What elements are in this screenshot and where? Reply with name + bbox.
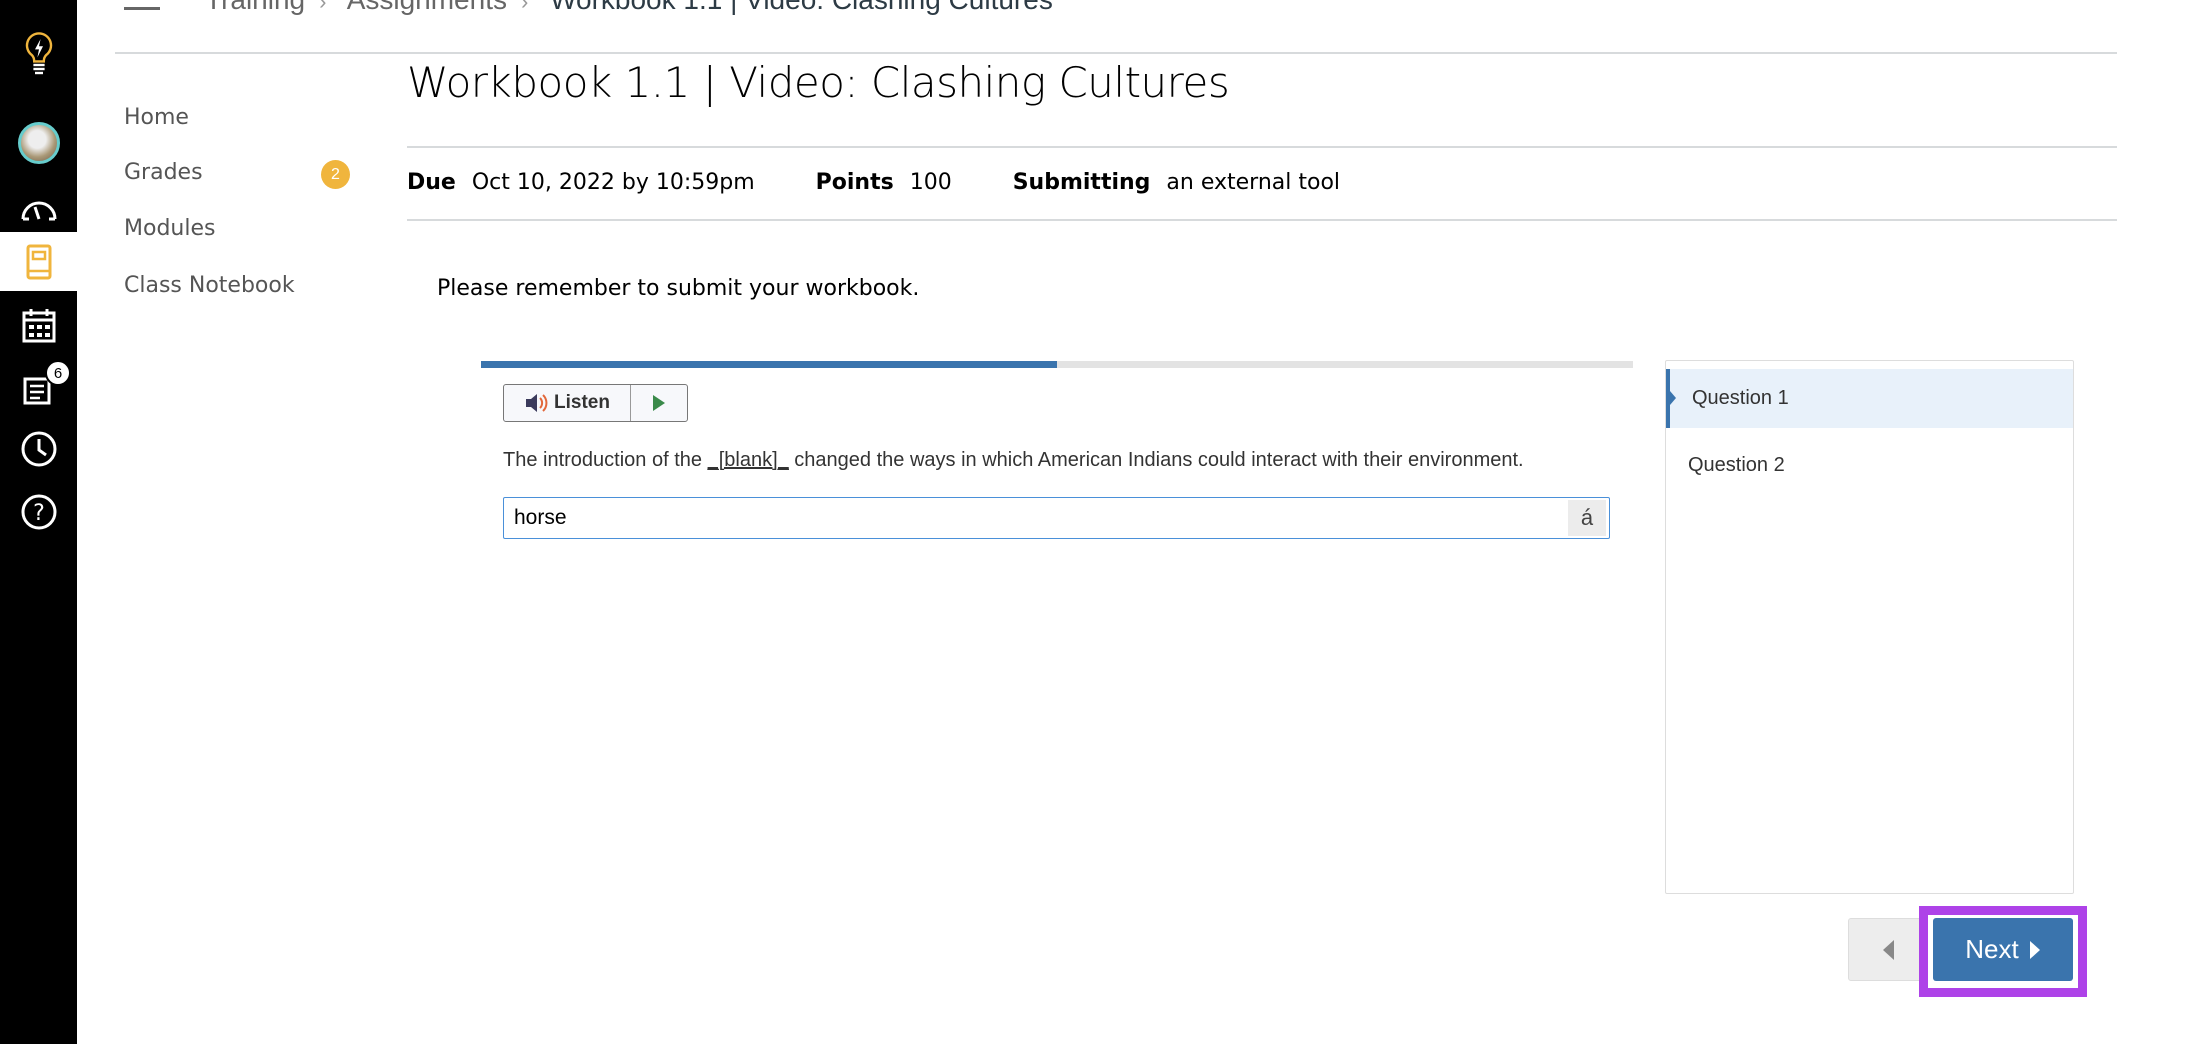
menu-toggle-button[interactable] [124, 0, 160, 18]
svg-text:?: ? [33, 501, 45, 526]
listen-button[interactable]: Listen [504, 385, 631, 421]
divider [407, 219, 2117, 221]
answer-field: á [503, 497, 1610, 539]
grades-badge: 2 [321, 160, 350, 189]
question-item-1[interactable]: Question 1 [1666, 369, 2073, 428]
global-nav: 6 ? [0, 0, 77, 1044]
breadcrumb-assignments[interactable]: Assignments [347, 0, 507, 15]
breadcrumb-training[interactable]: Training [205, 0, 305, 15]
next-label: Next [1965, 934, 2019, 964]
course-nav-home[interactable]: Home [124, 105, 189, 130]
listen-toolbar: Listen [503, 384, 688, 422]
dashboard-icon[interactable] [0, 187, 77, 231]
inbox-badge: 6 [45, 360, 71, 386]
breadcrumb: Training› Assignments› Workbook 1.1 | Vi… [205, 0, 1053, 16]
blank-marker: _[blank]_ [707, 449, 789, 471]
special-characters-button[interactable]: á [1568, 500, 1606, 536]
submitting-label: Submitting [1012, 170, 1151, 195]
page-title: Workbook 1.1 | Video: Clashing Cultures [407, 58, 1230, 107]
calendar-icon[interactable] [0, 304, 77, 348]
answer-input[interactable] [504, 498, 1568, 538]
assignment-details: Due Oct 10, 2022 by 10:59pm Points 100 Sub… [407, 170, 1340, 195]
question-text: The introduction of the _[blank]_ change… [503, 449, 1524, 472]
course-nav-modules[interactable]: Modules [124, 216, 215, 241]
question-text-end: changed the ways in which American India… [788, 449, 1524, 471]
account-avatar[interactable] [0, 120, 77, 166]
quiz-progress-bar [481, 361, 1633, 368]
question-item-2[interactable]: Question 2 [1666, 436, 2073, 495]
points-value: 100 [909, 170, 952, 195]
play-button[interactable] [631, 385, 687, 421]
play-icon [653, 395, 665, 411]
assignment-note: Please remember to submit your workbook. [437, 276, 920, 301]
question-text-start: The introduction of the [503, 449, 708, 471]
divider [407, 146, 2117, 148]
course-nav-class-notebook[interactable]: Class Notebook [124, 273, 295, 298]
due-value: Oct 10, 2022 by 10:59pm [471, 170, 755, 195]
question-list: Question 1 Question 2 [1665, 360, 2074, 894]
courses-icon[interactable] [0, 232, 77, 291]
next-button[interactable]: Next [1933, 918, 2073, 981]
help-icon[interactable]: ? [0, 490, 77, 534]
progress-fill [481, 361, 1057, 368]
submitting-value: an external tool [1166, 170, 1341, 195]
due-label: Due [407, 170, 456, 195]
points-label: Points [815, 170, 894, 195]
logo-lightbulb-icon[interactable] [0, 22, 77, 88]
caret-right-icon [2029, 940, 2040, 959]
inbox-icon[interactable]: 6 [0, 360, 77, 412]
course-nav-grades[interactable]: Grades [124, 160, 203, 185]
breadcrumb-current: Workbook 1.1 | Video: Clashing Cultures [550, 0, 1053, 15]
speaker-icon [526, 394, 548, 412]
caret-left-icon [1882, 939, 1894, 960]
header-divider [115, 52, 2117, 54]
previous-button[interactable] [1848, 918, 1929, 981]
listen-label: Listen [554, 392, 610, 413]
history-clock-icon[interactable] [0, 427, 77, 471]
